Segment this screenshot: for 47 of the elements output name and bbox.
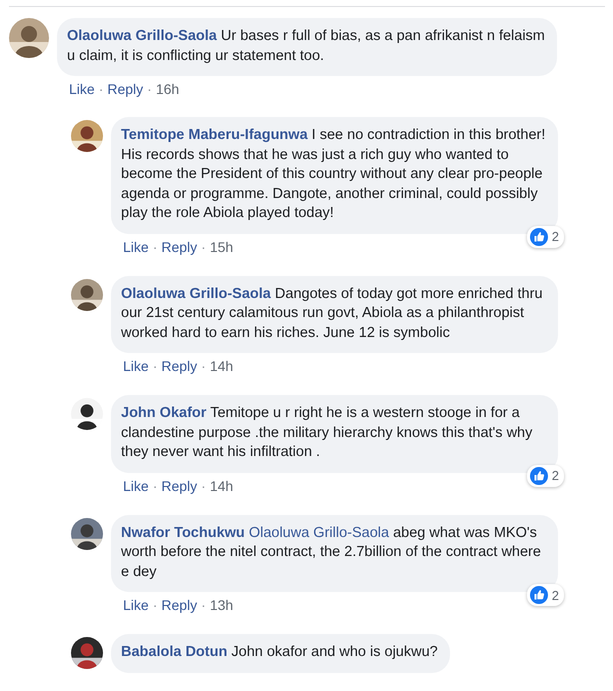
separator-dot: · xyxy=(152,597,158,613)
separator-dot: · xyxy=(147,81,152,97)
action-link[interactable]: Like xyxy=(123,597,149,613)
reaction-badge[interactable]: 2 xyxy=(526,584,564,606)
comment-text: Olaoluwa Grillo-Saola Dangotes of today got more enriched thru our 21st century calamitous run govt, Abiola as a philanthropist worked hard to earn his riches. June 12 is symbolic xyxy=(121,284,544,342)
reaction-badge[interactable]: 2 xyxy=(526,226,564,248)
separator-dot: · xyxy=(98,81,104,97)
author-name[interactable]: Olaoluwa Grillo-Saola xyxy=(121,286,271,302)
reaction-badge[interactable]: 2 xyxy=(526,464,564,486)
action-link[interactable]: Reply xyxy=(161,478,198,494)
separator-dot: · xyxy=(152,238,158,254)
thumbs-up-icon xyxy=(530,466,548,484)
comment-text: Olaoluwa Grillo-Saola Ur bases r full of bias, as a pan afrikanist n felaism u claim, it is conflicting ur statement too. xyxy=(67,27,545,66)
separator-dot: · xyxy=(201,358,206,374)
comment-text: Babalola Dotun John okafor and who is ojukwu? xyxy=(121,643,438,662)
action-link[interactable]: Like xyxy=(123,238,149,254)
author-name[interactable]: Olaoluwa Grillo-Saola xyxy=(67,28,217,44)
separator-dot: · xyxy=(201,238,206,254)
action-link[interactable]: Like xyxy=(123,358,149,374)
timestamp[interactable]: 14h xyxy=(210,478,234,494)
action-link[interactable]: Reply xyxy=(161,358,198,374)
timestamp[interactable]: 14h xyxy=(210,358,234,374)
author-name[interactable]: Temitope Maberu-Ifagunwa xyxy=(121,127,308,143)
timestamp[interactable]: 13h xyxy=(210,597,234,613)
comment-text: Nwafor Tochukwu Olaoluwa Grillo-Saola abeg what was MKO's worth before the nitel contract, the 2.7billion of the contract where e dey xyxy=(121,524,542,582)
separator-dot: · xyxy=(152,358,158,374)
separator-dot: · xyxy=(201,597,206,613)
action-link[interactable]: Like xyxy=(123,478,149,494)
reaction-count: 2 xyxy=(552,229,559,244)
action-link[interactable]: Reply xyxy=(161,238,198,254)
timestamp[interactable]: 16h xyxy=(156,81,180,97)
reaction-count: 2 xyxy=(552,468,559,483)
reaction-count: 2 xyxy=(552,588,559,602)
author-name[interactable]: John Okafor xyxy=(121,405,206,421)
author-name[interactable]: Nwafor Tochukwu xyxy=(121,524,245,540)
comment-text: John Okafor Temitope u r right he is a western stooge in for a clandestine purpose .the military hierarchy knows this that's why they never want his infiltration . xyxy=(121,404,534,462)
comment-text: Temitope Maberu-Ifagunwa I see no contradiction in this brother! His records shows that he was just a rich guy who wanted to become the President of this country without any clear pro-people agenda or programme. Dangote, another criminal, could possibly play the role Abiola played today! xyxy=(121,126,546,223)
separator-dot: · xyxy=(201,478,206,494)
separator-dot: · xyxy=(152,478,158,494)
mention-link[interactable]: Olaoluwa Grillo-Saola xyxy=(248,524,390,540)
author-name[interactable]: Babalola Dotun xyxy=(121,644,228,660)
action-link[interactable]: Reply xyxy=(161,597,198,613)
thumbs-up-icon xyxy=(530,228,548,246)
action-link[interactable]: Like xyxy=(69,81,95,97)
timestamp[interactable]: 15h xyxy=(210,238,234,254)
thumbs-up-icon xyxy=(530,586,548,604)
action-link[interactable]: Reply xyxy=(107,81,144,97)
